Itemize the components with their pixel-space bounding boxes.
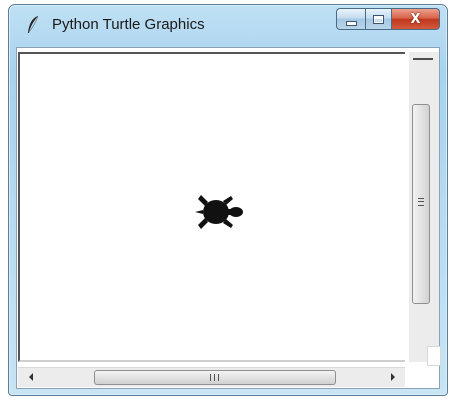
feather-icon[interactable]: [26, 15, 40, 35]
client-area: [16, 47, 441, 389]
close-button[interactable]: X: [392, 8, 440, 30]
horizontal-scrollbar[interactable]: [18, 367, 405, 387]
vertical-scroll-thumb[interactable]: [412, 104, 430, 304]
scrollbar-corner: [427, 346, 441, 366]
vertical-scrollbar[interactable]: [409, 52, 439, 362]
maximize-icon: [373, 14, 384, 24]
arrow-left-icon[interactable]: [29, 373, 33, 381]
horizontal-scroll-thumb[interactable]: [94, 370, 336, 385]
grip-lines-icon: [418, 198, 424, 206]
window-title: Python Turtle Graphics: [52, 16, 205, 33]
turtle-window: Python Turtle Graphics X: [8, 4, 448, 396]
turtle-canvas[interactable]: [18, 52, 405, 362]
arrow-right-icon[interactable]: [391, 373, 395, 381]
title-bar[interactable]: Python Turtle Graphics X: [9, 5, 447, 43]
caption-buttons: X: [336, 8, 440, 30]
maximize-button[interactable]: [365, 8, 392, 30]
grip-lines-icon: [210, 374, 219, 381]
minimize-icon: [345, 20, 357, 26]
close-icon: X: [410, 11, 421, 27]
scroll-up-button[interactable]: [413, 58, 433, 60]
minimize-button[interactable]: [336, 8, 365, 30]
turtle-icon[interactable]: [190, 190, 250, 234]
